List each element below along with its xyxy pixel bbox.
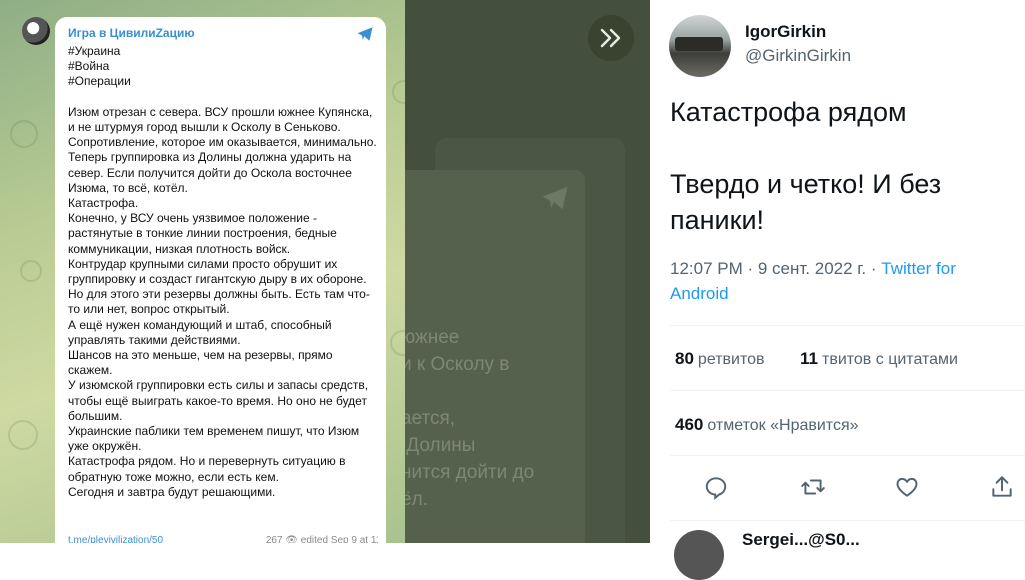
heart-icon — [896, 477, 918, 497]
user-avatar[interactable] — [669, 15, 731, 77]
message-text: #Украина #Война #Операции Изюм отрезан с… — [68, 44, 377, 499]
next-reply-author[interactable]: Sergei...@S0... — [742, 530, 860, 550]
ghost-plane-icon — [542, 186, 568, 210]
message-bubble: Игра в ЦивилиZацию #Украина #Война #Опер… — [55, 17, 386, 543]
next-button[interactable] — [588, 15, 634, 61]
divider — [670, 390, 1025, 391]
retweets-label: ретвитов — [697, 351, 765, 368]
channel-name[interactable]: Игра в ЦивилиZацию — [68, 26, 195, 40]
reply-icon — [705, 477, 727, 500]
message-footer: t.me/pleyivilization/50 267 👁 edited Sep… — [68, 535, 378, 543]
share-icon — [992, 476, 1012, 497]
tweet-meta: 12:07 PM · 9 сент. 2022 г. · Twitter for… — [670, 256, 1015, 306]
likes-stat[interactable]: 460 отметок «Нравится» — [675, 415, 859, 435]
ghost-text: южнее и к Осколу в ается, Долины нится д… — [405, 327, 535, 510]
share-button[interactable] — [989, 474, 1017, 502]
tweet-panel: IgorGirkin @GirkinGirkin Катастрофа рядо… — [650, 0, 1025, 580]
quotes-count: 11 — [800, 349, 818, 368]
retweets-stat[interactable]: 80 ретвитов — [675, 349, 765, 369]
message-link[interactable]: t.me/pleyivilization/50 — [68, 535, 163, 543]
overlay-panel: южнее и к Осколу в ается, Долины нится д… — [405, 0, 650, 543]
likes-label: отметок «Нравится» — [707, 417, 859, 434]
display-name[interactable]: IgorGirkin — [745, 22, 826, 42]
reply-button[interactable] — [703, 474, 731, 502]
message-meta: 267 👁 edited Sep 9 at 11:50 — [265, 535, 378, 543]
tweet-time-date[interactable]: 12:07 PM · 9 сент. 2022 г. · — [670, 259, 881, 278]
divider — [670, 455, 1025, 456]
likes-count: 460 — [675, 415, 704, 434]
telegram-background: Игра в ЦивилиZацию #Украина #Война #Опер… — [0, 0, 405, 543]
retweet-button[interactable] — [800, 474, 828, 502]
telegram-plane-icon[interactable] — [355, 25, 375, 43]
chevron-double-right-icon — [600, 28, 621, 48]
reply-avatar[interactable] — [674, 530, 724, 580]
quotes-stat[interactable]: 11 твитов с цитатами — [800, 349, 958, 369]
user-handle[interactable]: @GirkinGirkin — [745, 46, 851, 66]
channel-avatar[interactable] — [22, 17, 50, 45]
tweet-text: Катастрофа рядом Твердо и четко! И без п… — [670, 97, 942, 235]
like-button[interactable] — [894, 474, 922, 502]
quotes-label: твитов с цитатами — [821, 351, 958, 368]
divider — [670, 325, 1025, 326]
retweet-icon — [801, 479, 825, 495]
divider — [670, 520, 1025, 521]
retweets-count: 80 — [675, 349, 694, 368]
